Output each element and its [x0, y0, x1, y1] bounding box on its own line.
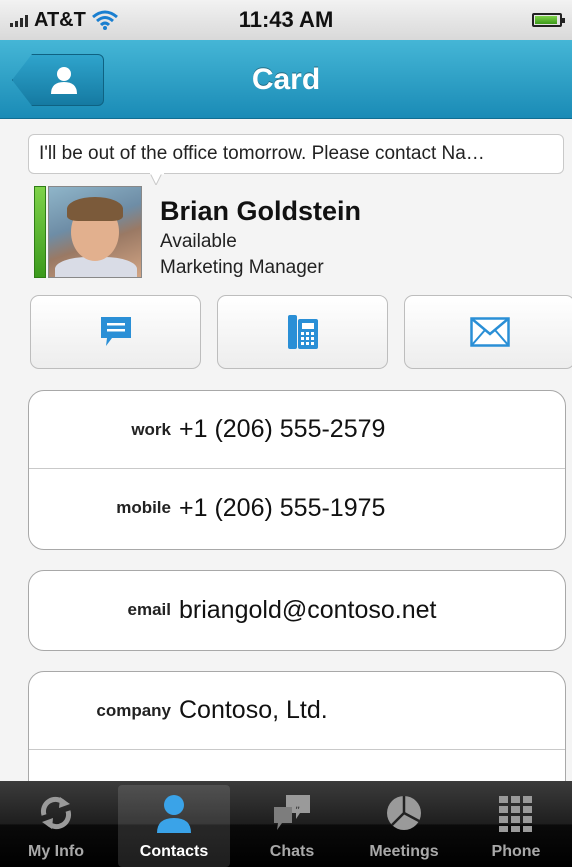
tab-meetings[interactable]: Meetings: [348, 781, 460, 867]
work-phone-label: work: [131, 419, 171, 439]
contact-availability: Available: [160, 231, 237, 252]
clock-pie-icon: [387, 796, 421, 830]
contact-name: Brian Goldstein: [160, 196, 362, 226]
tab-bar: My Info Contacts „ Chats Meetings Phone: [0, 781, 572, 867]
chat-bubbles-icon: „: [274, 795, 310, 830]
email-button[interactable]: [404, 295, 572, 369]
battery-icon: [532, 13, 565, 27]
company-value: Contoso, Ltd.: [179, 696, 328, 724]
email-label: email: [127, 600, 171, 619]
mobile-phone-label: mobile: [116, 498, 171, 517]
mobile-phone-value: +1 (206) 555-1975: [179, 493, 386, 522]
avatar[interactable]: [48, 186, 142, 278]
envelope-icon: [469, 317, 510, 347]
tab-label: Chats: [269, 843, 315, 860]
tab-phone[interactable]: Phone: [460, 781, 572, 867]
person-icon: [157, 795, 191, 833]
tab-label: My Info: [28, 843, 84, 860]
tab-label: Meetings: [369, 843, 439, 860]
company-label: company: [96, 700, 171, 720]
tab-contacts[interactable]: Contacts: [118, 785, 230, 867]
svg-text:„: „: [295, 800, 300, 811]
sync-arrows-icon: [40, 796, 72, 830]
tab-chats[interactable]: „ Chats: [236, 781, 348, 867]
call-button[interactable]: [217, 295, 388, 369]
keypad-icon: [499, 796, 532, 832]
tab-my-info[interactable]: My Info: [0, 781, 112, 867]
status-time: 11:43 AM: [238, 7, 334, 32]
email-row[interactable]: email briangold@contoso.net: [29, 571, 565, 649]
instant-message-button[interactable]: [30, 295, 201, 369]
company-row: company Contoso, Ltd.: [29, 672, 565, 750]
mobile-phone-row[interactable]: mobile +1 (206) 555-1975: [29, 469, 565, 547]
status-note[interactable]: I'll be out of the office tomorrow. Plea…: [28, 134, 564, 174]
chat-bubble-icon: [100, 317, 131, 346]
presence-indicator: [34, 186, 46, 278]
work-phone-row[interactable]: work +1 (206) 555-2579: [29, 391, 565, 469]
tab-label: Phone: [491, 843, 541, 860]
email-value: briangold@contoso.net: [179, 595, 437, 624]
tab-label: Contacts: [139, 843, 209, 860]
phone-numbers-group: work +1 (206) 555-2579 mobile +1 (206) 5…: [28, 390, 566, 550]
note-bubble-tail: [150, 173, 164, 185]
status-bar: AT&T 11:43 AM: [0, 0, 572, 40]
email-group: email briangold@contoso.net: [28, 570, 566, 651]
contact-job-title: Marketing Manager: [160, 257, 324, 278]
page-title: Card: [251, 63, 321, 96]
work-phone-value: +1 (206) 555-2579: [179, 415, 386, 443]
navigation-bar: Card: [0, 40, 572, 119]
desk-phone-icon: [287, 315, 318, 349]
